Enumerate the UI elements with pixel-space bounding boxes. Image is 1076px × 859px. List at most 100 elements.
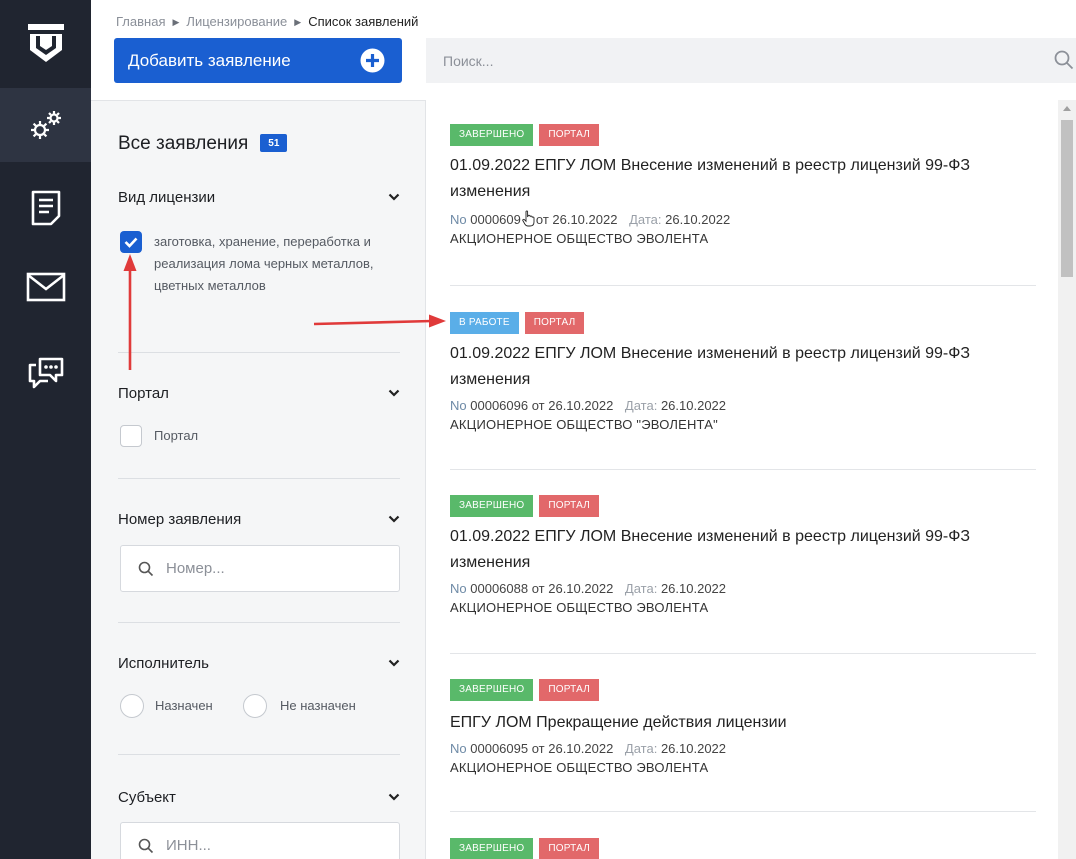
portal-header[interactable]: Портал <box>118 385 400 402</box>
date-label: Дата: <box>624 741 658 756</box>
document-list-icon <box>31 190 60 226</box>
application-number: 00006095 <box>470 741 529 756</box>
search-icon <box>138 561 154 577</box>
scrollbar-thumb[interactable] <box>1061 120 1073 277</box>
source-badge[interactable]: ПОРТАЛ <box>539 495 599 517</box>
divider <box>118 352 400 353</box>
application-meta: No 00006095 от 26.10.2022 Дата: 26.10.20… <box>450 741 1035 756</box>
application-from-date: от 26.10.2022 <box>531 581 614 596</box>
portal-checkbox[interactable] <box>120 425 142 447</box>
add-application-label: Добавить заявление <box>128 50 291 70</box>
number-label: No <box>450 212 467 227</box>
organization-name: АКЦИОНЕРНОЕ ОБЩЕСТВО ЭВОЛЕНТА <box>450 231 709 246</box>
license-type-checkbox[interactable] <box>120 231 142 253</box>
status-badge[interactable]: ЗАВЕРШЕНО <box>450 495 534 517</box>
breadcrumb-home[interactable]: Главная <box>116 14 165 29</box>
status-badge[interactable]: ЗАВЕРШЕНО <box>450 679 534 701</box>
breadcrumb-separator-icon: ▶ <box>172 17 180 27</box>
portal-title: Портал <box>118 385 169 402</box>
search-icon[interactable] <box>1054 50 1074 70</box>
application-meta: No 00006096 от 26.10.2022 Дата: 26.10.20… <box>450 398 1035 413</box>
add-application-button[interactable]: Добавить заявление <box>114 38 402 83</box>
application-date: 26.10.2022 <box>660 741 727 756</box>
organization-name: АКЦИОНЕРНОЕ ОБЩЕСТВО "ЭВОЛЕНТА" <box>450 417 718 432</box>
application-date: 26.10.2022 <box>660 398 727 413</box>
license-type-header[interactable]: Вид лицензии <box>118 189 400 206</box>
count-badge: 51 <box>260 134 288 152</box>
number-header[interactable]: Номер заявления <box>118 511 400 528</box>
organization-name: АКЦИОНЕРНОЕ ОБЩЕСТВО ЭВОЛЕНТА <box>450 600 709 615</box>
application-number: 00006088 <box>470 581 529 596</box>
plus-circle-icon <box>360 48 385 73</box>
divider <box>118 754 400 755</box>
nav-item-mail[interactable] <box>0 257 91 317</box>
source-badge[interactable]: ПОРТАЛ <box>539 124 599 146</box>
application-title[interactable]: 01.09.2022 ЕПГУ ЛОМ Внесение изменений в… <box>450 153 1035 205</box>
app-window: Главная ▶ Лицензирование ▶ Список заявлений … <box>0 0 1076 859</box>
source-badge[interactable]: ПОРТАЛ <box>539 679 599 701</box>
subject-header[interactable]: Субъект <box>118 789 400 806</box>
list-item[interactable]: ЗАВЕРШЕНО ПОРТАЛ 01.09.2022 ЕПГУ ЛОМ Вне… <box>450 124 1035 246</box>
breadcrumb-licensing[interactable]: Лицензирование <box>186 14 287 29</box>
logo[interactable] <box>0 0 91 88</box>
nav-item-chat[interactable] <box>0 342 91 402</box>
chat-bubbles-icon <box>28 357 63 389</box>
list-item[interactable]: ЗАВЕРШЕНО ПОРТАЛ ЕПГУ ЛОМ Прекращение де… <box>450 679 1035 775</box>
date-label: Дата: <box>624 398 658 413</box>
portal-option-label: Портал <box>154 428 199 443</box>
list-divider <box>450 811 1036 812</box>
list-item[interactable]: ЗАВЕРШЕНО ПОРТАЛ 01.09.2022 ЕПГУ ЛОМ Вне… <box>450 495 1035 615</box>
list-scrollbar[interactable] <box>1058 100 1076 859</box>
divider <box>118 622 400 623</box>
radio-assigned[interactable] <box>120 694 144 718</box>
scroll-up-arrow-icon[interactable] <box>1063 106 1071 111</box>
application-meta: No 0000609 от 26.10.2022 Дата: 26.10.2022 <box>450 210 1035 227</box>
number-placeholder: Номер... <box>166 560 225 577</box>
license-type-option-label: заготовка, хранение, переработка и реали… <box>154 234 374 293</box>
list-divider <box>450 653 1036 654</box>
search-input[interactable] <box>426 38 1026 83</box>
application-list: ЗАВЕРШЕНО ПОРТАЛ 01.09.2022 ЕПГУ ЛОМ Вне… <box>426 100 1058 859</box>
status-badge[interactable]: В РАБОТЕ <box>450 312 519 334</box>
nav-item-settings[interactable] <box>0 95 91 155</box>
application-title[interactable]: 01.09.2022 ЕПГУ ЛОМ Внесение изменений в… <box>450 341 1035 393</box>
executor-header[interactable]: Исполнитель <box>118 655 400 672</box>
radio-unassigned[interactable] <box>243 694 267 718</box>
checkmark-icon <box>124 237 138 248</box>
divider <box>118 478 400 479</box>
application-from-date: от 26.10.2022 <box>531 741 614 756</box>
application-date: 26.10.2022 <box>660 581 727 596</box>
application-title[interactable]: ЕПГУ ЛОМ Прекращение действия лицензии <box>450 710 1035 736</box>
number-label: No <box>450 581 467 596</box>
chevron-down-icon <box>388 389 400 397</box>
status-badge[interactable]: ЗАВЕРШЕНО <box>450 838 534 859</box>
organization-name: АКЦИОНЕРНОЕ ОБЩЕСТВО ЭВОЛЕНТА <box>450 760 709 775</box>
number-label: No <box>450 741 467 756</box>
chevron-down-icon <box>388 793 400 801</box>
list-item[interactable]: В РАБОТЕ ПОРТАЛ 01.09.2022 ЕПГУ ЛОМ Внес… <box>450 312 1035 432</box>
application-title[interactable]: 01.09.2022 ЕПГУ ЛОМ Внесение изменений в… <box>450 524 1035 576</box>
radio-assigned-label: Назначен <box>155 698 213 713</box>
search-icon <box>138 838 154 854</box>
source-badge[interactable]: ПОРТАЛ <box>524 312 585 334</box>
license-type-title: Вид лицензии <box>118 189 216 206</box>
application-date: 26.10.2022 <box>665 212 731 227</box>
breadcrumb-current: Список заявлений <box>308 14 419 29</box>
source-badge[interactable]: ПОРТАЛ <box>539 838 599 859</box>
filters-panel: Все заявления 51 Вид лицензии заготовка, … <box>91 100 426 859</box>
status-badge[interactable]: ЗАВЕРШЕНО <box>450 124 534 146</box>
application-from-date: от 26.10.2022 <box>535 212 618 227</box>
breadcrumb-separator-icon: ▶ <box>294 17 302 27</box>
subject-title: Субъект <box>118 789 176 806</box>
application-number: 00006096 <box>470 398 529 413</box>
application-number: 0000609 <box>470 212 521 227</box>
number-search-input[interactable]: Номер... <box>120 545 400 592</box>
inn-search-input[interactable]: ИНН... <box>120 822 400 859</box>
gears-icon <box>30 111 61 139</box>
nav-item-applications[interactable] <box>0 178 91 238</box>
date-label: Дата: <box>629 212 662 227</box>
list-item[interactable]: ЗАВЕРШЕНО ПОРТАЛ <box>450 838 1035 859</box>
date-label: Дата: <box>624 581 658 596</box>
hand-pointer-icon <box>522 210 535 227</box>
radio-unassigned-label: Не назначен <box>280 698 356 713</box>
